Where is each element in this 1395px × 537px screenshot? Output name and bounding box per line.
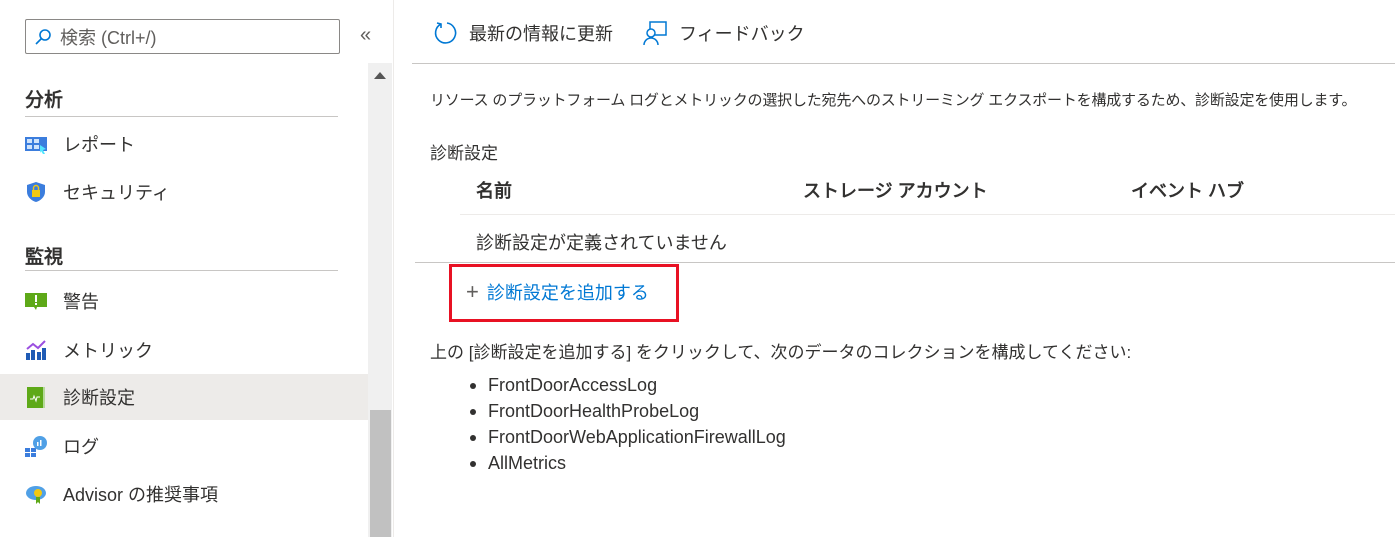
diagnostic-settings-icon <box>25 386 47 408</box>
sidebar-item-diagnostic-settings[interactable]: 診断設定 <box>0 374 368 420</box>
log-category: AllMetrics <box>488 453 567 473</box>
add-diagnostic-setting-button[interactable]: + 診断設定を追加する <box>466 279 649 305</box>
list-item: FrontDoorWebApplicationFirewallLog <box>470 427 786 448</box>
bullet <box>470 382 476 389</box>
section-title: 診断設定 <box>430 144 498 163</box>
log-category: FrontDoorAccessLog <box>488 375 658 395</box>
sidebar-item-metrics[interactable]: メトリック <box>0 327 368 373</box>
section-title-monitoring: 監視 <box>25 247 64 268</box>
sidebar-item-report[interactable]: レポート <box>0 121 368 167</box>
bullet <box>470 434 476 441</box>
list-item: FrontDoorHealthProbeLog <box>470 401 699 422</box>
feedback-button[interactable]: フィードバック <box>643 20 805 46</box>
list-item: AllMetrics <box>470 453 566 474</box>
divider <box>25 116 338 117</box>
divider <box>25 270 338 271</box>
column-header-storage-account: ストレージ アカウント <box>803 181 988 201</box>
metrics-icon <box>25 339 47 361</box>
shield-lock-icon <box>25 181 47 203</box>
sidebar-item-alerts[interactable]: 警告 <box>0 278 368 324</box>
search-icon <box>35 28 51 45</box>
sidebar-item-label: セキュリティ <box>63 183 170 203</box>
search-placeholder: 検索 (Ctrl+/) <box>60 27 157 48</box>
column-header-name: 名前 <box>476 181 512 201</box>
description-text: リソース のプラットフォーム ログとメトリックの選択した宛先へのストリーミング … <box>430 92 1357 109</box>
sidebar-item-label: レポート <box>63 135 135 155</box>
collapse-sidebar-button[interactable]: « <box>360 24 371 47</box>
column-header-event-hub: イベント ハブ <box>1131 181 1245 201</box>
sidebar-item-label: ログ <box>63 437 99 457</box>
advisor-icon <box>25 483 47 505</box>
scrollbar-thumb[interactable] <box>370 410 391 537</box>
alert-icon <box>25 290 47 312</box>
toolbar-divider <box>412 63 1395 64</box>
sidebar-item-label: メトリック <box>63 341 153 361</box>
bullet <box>470 460 476 467</box>
sidebar-item-security[interactable]: セキュリティ <box>0 169 368 215</box>
report-icon <box>25 133 47 155</box>
logs-icon <box>25 435 47 457</box>
plus-icon: + <box>466 279 479 304</box>
feedback-label: フィードバック <box>679 24 805 44</box>
list-item: FrontDoorAccessLog <box>470 375 657 396</box>
sidebar-item-label: Advisor の推奨事項 <box>63 485 219 505</box>
feedback-icon <box>643 21 667 46</box>
sidebar-item-label: 警告 <box>63 292 99 312</box>
table-empty-message: 診断設定が定義されていません <box>476 233 727 253</box>
log-category: FrontDoorHealthProbeLog <box>488 401 700 421</box>
add-diagnostic-setting-label: 診断設定を追加する <box>486 283 649 303</box>
bullet <box>470 408 476 415</box>
refresh-button[interactable]: 最新の情報に更新 <box>433 20 613 46</box>
table-header-divider <box>460 214 1395 215</box>
instruction-text: 上の [診断設定を追加する] をクリックして、次のデータのコレクションを構成して… <box>430 343 1132 362</box>
panel-divider <box>393 0 394 537</box>
search-input[interactable]: 検索 (Ctrl+/) <box>25 19 340 54</box>
table-bottom-divider <box>415 262 1395 263</box>
log-category: FrontDoorWebApplicationFirewallLog <box>488 427 786 447</box>
sidebar-item-logs[interactable]: ログ <box>0 423 368 469</box>
sidebar-item-label: 診断設定 <box>63 388 135 408</box>
refresh-icon <box>434 22 457 44</box>
refresh-label: 最新の情報に更新 <box>469 24 613 44</box>
sidebar-item-advisor[interactable]: Advisor の推奨事項 <box>0 471 368 517</box>
scroll-up-arrow-icon[interactable] <box>374 72 386 79</box>
section-title-analysis: 分析 <box>25 90 64 111</box>
